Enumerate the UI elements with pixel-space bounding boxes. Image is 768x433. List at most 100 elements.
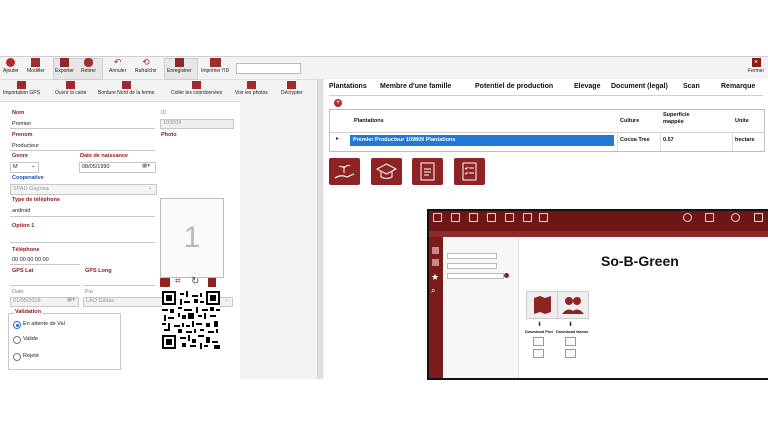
col-unite[interactable]: Unite [735, 118, 749, 124]
coop-select[interactable]: SPAD Gagnoa ⌄ [10, 184, 157, 195]
radio-attente[interactable] [13, 321, 21, 329]
crop-icon[interactable]: ⌗ [175, 277, 181, 287]
table-row-selected[interactable]: Premier Producteur 109809 Plantations [350, 135, 614, 146]
gps-long-label: GPS Long [85, 268, 112, 274]
tab-membre-famille[interactable]: Membre d'une famille [380, 83, 451, 90]
cell-culture[interactable]: Cocoa Tree [620, 137, 650, 143]
date-field[interactable]: 01/05/2018 ▦▾ [10, 297, 79, 307]
cancel-button[interactable]: ↶ Annuler [109, 57, 126, 75]
remove-button[interactable]: Retirer [81, 58, 96, 74]
survey-tile[interactable] [454, 158, 485, 185]
tab-potentiel-production[interactable]: Potentiel de production [475, 83, 553, 90]
north-border-button[interactable]: Bordure Nord de la ferme [98, 81, 154, 96]
edit-icon [31, 58, 41, 67]
farmer-hand-tile[interactable] [329, 158, 360, 185]
app-map-icon[interactable] [505, 213, 514, 222]
id-field: 109809 [160, 119, 234, 129]
trash-icon[interactable] [208, 278, 216, 287]
app-contacts-icon[interactable] [487, 213, 496, 222]
app-photo-icon[interactable] [523, 213, 532, 222]
gps-lat-field[interactable] [10, 285, 80, 286]
telephone-field[interactable]: 00 00 00 00 00 [12, 257, 49, 263]
open-map-button[interactable]: Ouvrir la carte [55, 81, 86, 96]
document-icon [565, 349, 576, 358]
dob-field[interactable]: 08/05/1990 ▦▾ [79, 162, 156, 173]
save-button[interactable]: Enregistrer [167, 58, 191, 74]
edit-button[interactable]: Modifier [27, 58, 45, 74]
genre-select[interactable]: M ⌄ [10, 162, 39, 173]
app-sidebar: ★ ⌕ [429, 237, 443, 378]
prenom-field[interactable]: Producteur [12, 143, 39, 149]
app-filter-field[interactable] [447, 273, 504, 279]
app-home-icon[interactable] [433, 213, 442, 222]
app-filter-field[interactable] [447, 253, 497, 259]
radio-rejete[interactable] [13, 353, 21, 361]
paste-coords-button[interactable]: Coller les coordonnées [171, 81, 222, 96]
sidebar-list-icon[interactable] [432, 259, 439, 266]
phone-type-underline [10, 216, 155, 217]
search-icon[interactable]: ⌕ [431, 287, 435, 295]
phone-type-field[interactable]: android [12, 208, 30, 214]
book-icon[interactable] [160, 278, 170, 287]
app-gear-icon[interactable] [683, 213, 692, 222]
checklist-tile[interactable] [412, 158, 443, 185]
toolbar-search-field[interactable] [236, 63, 301, 74]
tab-scan[interactable]: Scan [683, 83, 700, 90]
qr-code-icon [162, 291, 220, 349]
close-button[interactable]: × Fermer [748, 58, 764, 74]
sidebar-grid-icon[interactable] [432, 247, 439, 254]
col-divider [732, 132, 733, 151]
row-pointer-icon: ▸ [336, 136, 340, 142]
tab-elevage[interactable]: Elevage [574, 83, 600, 90]
add-button[interactable]: Ajouter [3, 58, 19, 74]
export-button[interactable]: Exporter [55, 58, 74, 74]
option1-field[interactable] [10, 242, 155, 243]
gps-import-button[interactable]: Importation GPS [3, 81, 40, 96]
app-go-button[interactable] [504, 273, 509, 278]
rotate-icon[interactable]: ↻ [191, 277, 199, 287]
gps-long-field[interactable] [83, 285, 155, 286]
chevron-down-icon: ⌄ [224, 297, 229, 303]
col-superficie[interactable]: Superficie mappée [663, 112, 701, 126]
graduation-tile[interactable] [371, 158, 402, 185]
refresh-icon: ⟲ [142, 57, 150, 67]
radio-rejete-label: Rejeté [23, 353, 39, 359]
undo-icon: ↶ [113, 57, 122, 67]
refresh-button[interactable]: ⟲ Rafraîchir [135, 57, 157, 75]
chevron-down-icon: ⌄ [148, 185, 153, 191]
download-farmer-card[interactable] [557, 291, 589, 319]
cell-unite[interactable]: hectare [735, 137, 755, 143]
download-farmer-label: Download farmer [556, 329, 589, 334]
app-info-icon[interactable] [731, 213, 740, 222]
app-filter-field[interactable] [447, 263, 497, 269]
download-plot-card[interactable] [526, 291, 558, 319]
col-culture[interactable]: Culture [620, 118, 639, 124]
view-photos-button[interactable]: Voir les photos [235, 81, 268, 96]
cell-superficie[interactable]: 0.57 [663, 137, 674, 143]
radio-valide[interactable] [13, 336, 21, 344]
phone-type-label: Type de téléphone [12, 197, 60, 203]
star-icon[interactable]: ★ [431, 273, 439, 282]
app-logout-icon[interactable] [754, 213, 763, 222]
nom-field[interactable]: Premier [12, 121, 31, 127]
survey-icon [462, 162, 477, 181]
app-gallery-icon[interactable] [469, 213, 478, 222]
panel-splitter[interactable] [317, 79, 323, 379]
people-icon [562, 297, 584, 314]
tab-plantations[interactable]: Plantations [329, 83, 367, 90]
app-transfer-icon[interactable] [705, 213, 714, 222]
main-toolbar: Ajouter Modifier Exporter Retirer ↶ Annu… [0, 57, 768, 80]
decrypt-button[interactable]: Décrypter [281, 81, 303, 96]
tab-remarque[interactable]: Remarque [721, 83, 755, 90]
app-doc-icon[interactable] [451, 213, 460, 222]
tab-document-legal[interactable]: Document (legal) [611, 83, 668, 90]
app-settings-icon[interactable] [539, 213, 548, 222]
print-id-button[interactable]: Imprimer l'ID [201, 58, 229, 74]
add-icon[interactable]: + [334, 99, 342, 107]
radio-attente-label: En attente de Val [23, 321, 65, 327]
add-icon [6, 58, 16, 67]
date-label: Date [12, 289, 24, 295]
col-plantations[interactable]: Plantations [354, 118, 384, 124]
mobile-app-preview: ★ ⌕ So-B-Green ⬇ Download Plot ⬇ Downloa… [427, 209, 768, 380]
coop-label: Cooperative [12, 175, 44, 181]
